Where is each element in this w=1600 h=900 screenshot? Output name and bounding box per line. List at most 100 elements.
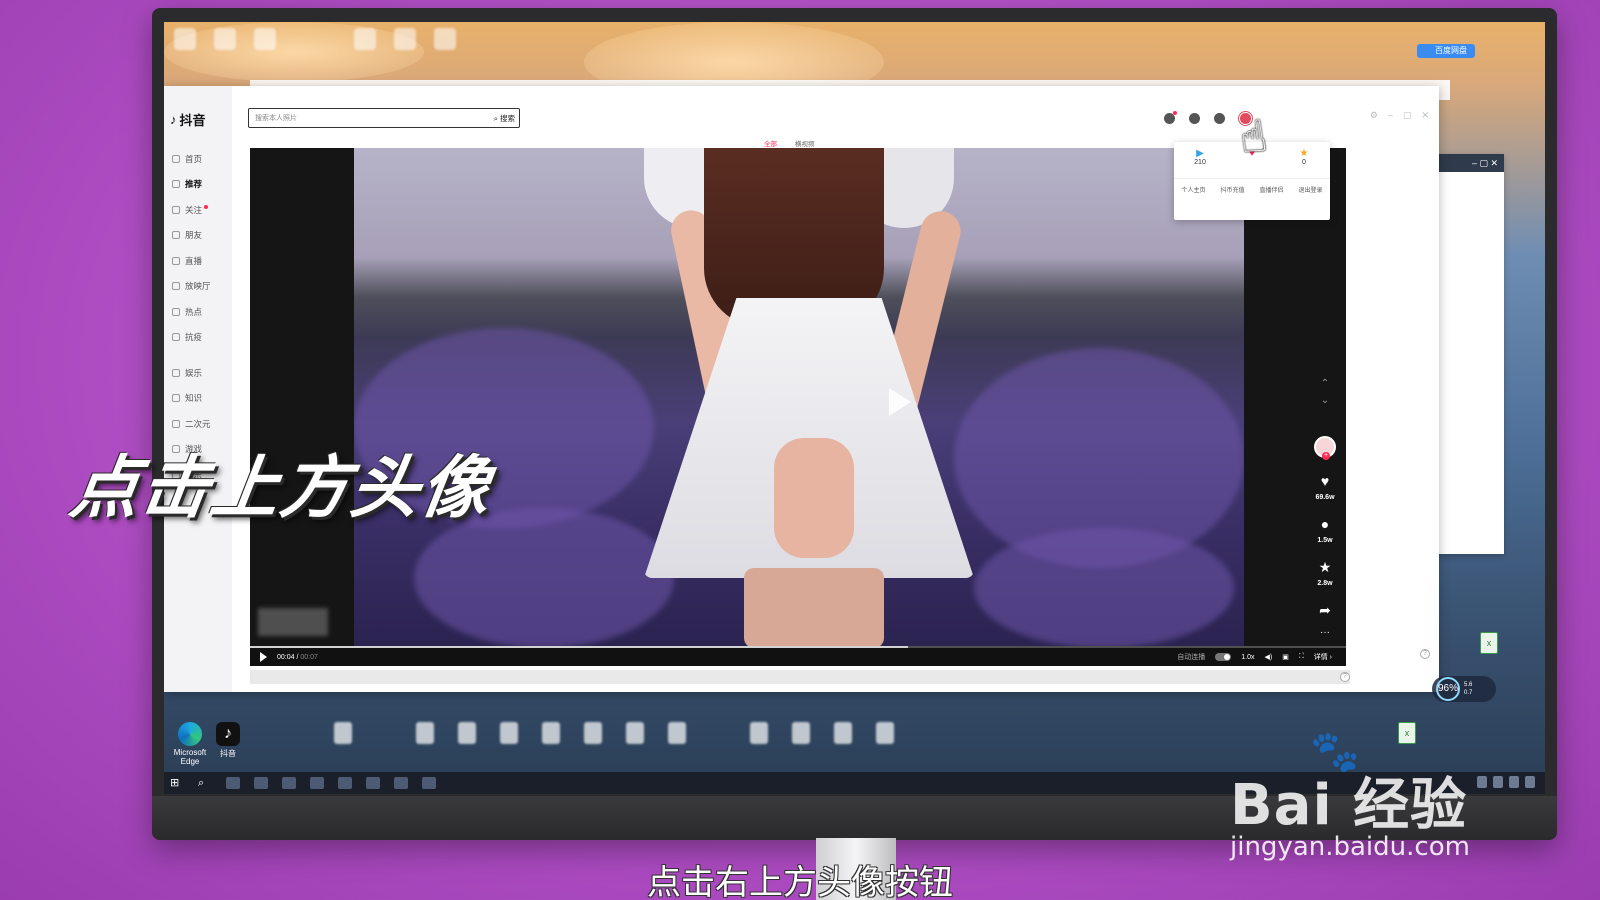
side-window-link[interactable]: [1434, 172, 1504, 220]
windows-start-icon[interactable]: ⊞: [170, 777, 184, 789]
video-frame[interactable]: [354, 148, 1244, 646]
taskbar-app-icon[interactable]: [282, 777, 296, 789]
taskbar-app-icon[interactable]: [422, 777, 436, 789]
sidebar-item-label: 推荐: [185, 179, 203, 190]
author-avatar[interactable]: [1314, 436, 1336, 460]
shield-icon: [172, 333, 180, 342]
desktop-file-icon[interactable]: [542, 722, 560, 744]
sidebar-item[interactable]: 朋友: [164, 223, 232, 249]
desktop-file-icon[interactable]: [792, 722, 810, 744]
tutorial-subtitle: 点击右上方头像按钮: [647, 863, 953, 900]
more-icon[interactable]: ···: [1320, 627, 1330, 638]
share-icon[interactable]: ➦: [1319, 603, 1331, 617]
side-window-controls[interactable]: – ▢ ✕: [1434, 154, 1504, 172]
desktop-file-icon[interactable]: [626, 722, 644, 744]
sidebar-item[interactable]: 抗疫: [164, 325, 232, 351]
chevron-up-icon[interactable]: ⌃: [1321, 378, 1329, 389]
search-button[interactable]: ⌕ 搜索: [494, 113, 515, 124]
video-player[interactable]: ⌃ ⌄ ♥ 69.6w ● 1.5w ★ 2.8w ➦ ···: [250, 148, 1346, 666]
maximize-icon[interactable]: ▢: [1403, 110, 1412, 121]
desktop-top-icons: [174, 28, 456, 50]
sidebar-item[interactable]: 直播: [164, 248, 232, 274]
sidebar: ♪ 抖音 首页 推荐 关注 朋友 直播 放映厅 热点 抗疫 娱乐 知识 二次元 游戏 音乐: [164, 86, 232, 692]
taskbar-app-icon[interactable]: [226, 777, 240, 789]
speed-button[interactable]: 1.0x: [1241, 654, 1254, 661]
tray-icon[interactable]: [1477, 776, 1487, 788]
rate-up: 5.6: [1464, 682, 1473, 688]
cloud-badge[interactable]: 百度网盘: [1417, 44, 1475, 58]
profile-link[interactable]: 个人主页: [1181, 185, 1205, 194]
fullscreen-icon[interactable]: ⛶: [1299, 653, 1304, 661]
taskbar-app-icon[interactable]: [366, 777, 380, 789]
profile-stat[interactable]: ★ 0: [1284, 148, 1324, 166]
spreadsheet-icon[interactable]: x: [1480, 632, 1498, 654]
detail-button[interactable]: 详情 ›: [1314, 652, 1332, 662]
desktop-file-icon[interactable]: [458, 722, 476, 744]
sidebar-item[interactable]: 热点: [164, 299, 232, 325]
desktop-file-icon[interactable]: [334, 722, 352, 744]
search-input[interactable]: 搜索本人照片 ⌕ 搜索: [248, 108, 520, 128]
sidebar-item[interactable]: 推荐: [164, 172, 232, 198]
sidebar-item[interactable]: 知识: [164, 386, 232, 412]
profile-link[interactable]: 直播伴侣: [1259, 185, 1283, 194]
desktop-file-icon[interactable]: [668, 722, 686, 744]
hand-cursor-icon: ☝: [1236, 111, 1271, 164]
message-icon[interactable]: [1189, 113, 1200, 124]
desktop-icon[interactable]: [214, 28, 236, 50]
comment-icon[interactable]: ●: [1321, 517, 1329, 531]
profile-stat[interactable]: ▶ 210: [1180, 148, 1220, 166]
like-count: 69.6w: [1315, 494, 1335, 501]
app-logo[interactable]: ♪ 抖音: [170, 110, 206, 129]
star-icon[interactable]: ★: [1319, 560, 1332, 574]
sidebar-item[interactable]: 首页: [164, 146, 232, 172]
edge-browser-icon[interactable]: [178, 722, 202, 746]
minimize-icon[interactable]: –: [1388, 110, 1393, 121]
tray-icon[interactable]: [1493, 776, 1503, 788]
sidebar-item[interactable]: 放映厅: [164, 274, 232, 300]
desktop-file-icon[interactable]: [500, 722, 518, 744]
help-icon[interactable]: ?: [1420, 649, 1430, 659]
desktop-icon[interactable]: [434, 28, 456, 50]
sidebar-item-label: 二次元: [185, 418, 211, 429]
taskbar-app-icon[interactable]: [310, 777, 324, 789]
sidebar-item-label: 放映厅: [185, 281, 211, 292]
settings-icon[interactable]: ⚙: [1370, 110, 1378, 121]
play-overlay-icon[interactable]: [889, 388, 911, 416]
chevron-down-icon[interactable]: ⌄: [1321, 395, 1329, 406]
desktop-icon[interactable]: [394, 28, 416, 50]
feed-tab[interactable]: 全部: [764, 138, 777, 148]
desktop-file-icon[interactable]: [584, 722, 602, 744]
tray-icon[interactable]: [1509, 776, 1519, 788]
desktop-icon[interactable]: [174, 28, 196, 50]
profile-link[interactable]: 退出登录: [1298, 185, 1322, 194]
profile-link[interactable]: 抖币充值: [1220, 185, 1244, 194]
desktop-icon[interactable]: [354, 28, 376, 50]
sidebar-item[interactable]: 关注: [164, 197, 232, 223]
tray-icon[interactable]: [1525, 776, 1535, 788]
side-window[interactable]: – ▢ ✕: [1434, 154, 1504, 554]
play-icon[interactable]: [260, 652, 267, 662]
heart-icon[interactable]: ♥: [1321, 474, 1329, 488]
upload-icon[interactable]: [1214, 113, 1225, 124]
desktop-file-icon[interactable]: [750, 722, 768, 744]
search-icon[interactable]: ⌕: [198, 777, 212, 789]
volume-icon[interactable]: ◀): [1264, 653, 1272, 661]
desktop-icon[interactable]: [254, 28, 276, 50]
sidebar-item[interactable]: 娱乐: [164, 360, 232, 386]
desktop-file-icon[interactable]: [834, 722, 852, 744]
douyin-desktop-icon[interactable]: ♪: [216, 722, 240, 746]
taskbar-app-icon[interactable]: [254, 777, 268, 789]
close-icon[interactable]: ✕: [1421, 110, 1429, 121]
taskbar-app-icon[interactable]: [394, 777, 408, 789]
desktop-file-icon[interactable]: [876, 722, 894, 744]
network-speed-widget[interactable]: 96% 5.6 0.7: [1432, 676, 1496, 702]
bell-icon[interactable]: [1164, 111, 1177, 124]
desktop-file-icon[interactable]: [416, 722, 434, 744]
autoplay-toggle[interactable]: [1215, 653, 1232, 661]
knowledge-icon: [172, 394, 180, 403]
feed-tab[interactable]: 横视频: [795, 138, 815, 148]
help-icon[interactable]: ?: [1340, 672, 1350, 682]
taskbar-app-icon[interactable]: [338, 777, 352, 789]
spreadsheet-icon[interactable]: x: [1398, 722, 1416, 744]
pip-icon[interactable]: ▣: [1282, 653, 1289, 661]
